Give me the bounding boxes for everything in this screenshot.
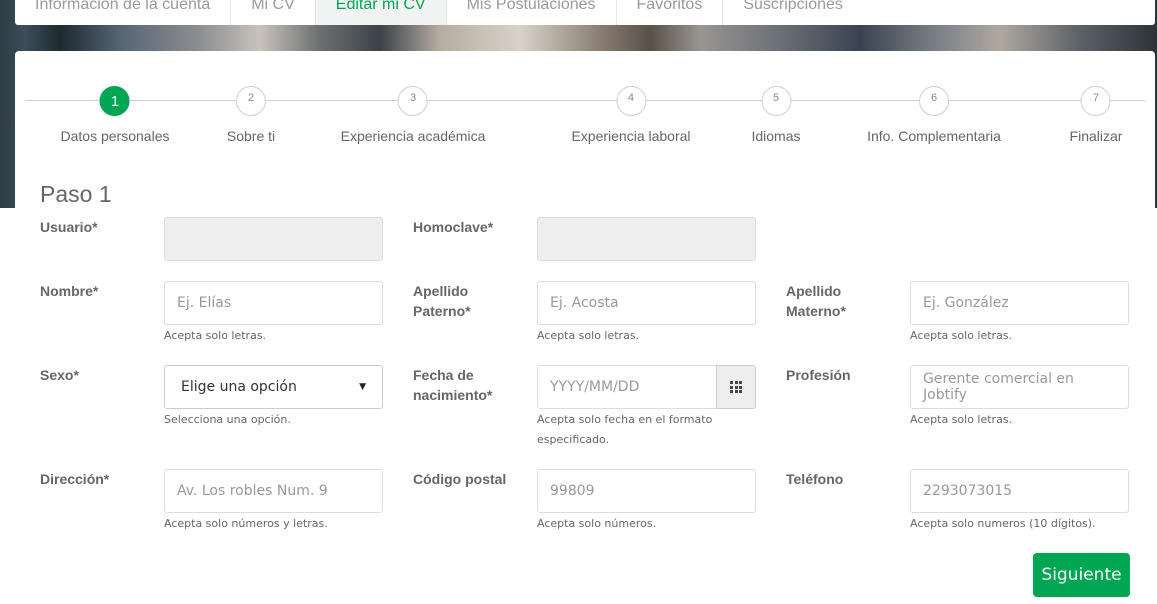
apellido-paterno-label-line2: Paterno* xyxy=(413,303,471,319)
step-sobre-ti[interactable]: 2 Sobre ti xyxy=(227,86,275,144)
usuario-label: Usuario* xyxy=(40,219,98,235)
apellido-paterno-label: Apellido Paterno* xyxy=(413,281,471,321)
step-label: Idiomas xyxy=(751,128,801,144)
sexo-select[interactable]: Elige una opción ▼ xyxy=(164,365,383,409)
step-label: Datos personales xyxy=(60,128,170,144)
step-finalizar[interactable]: 7 Finalizar xyxy=(1069,86,1123,144)
step-info-complementaria[interactable]: 6 Info. Complementaria xyxy=(867,86,1001,144)
tab-account-info[interactable]: Información de la cuenta xyxy=(15,0,232,25)
fecha-nacimiento-label-line2: nacimiento* xyxy=(413,387,493,403)
homoclave-input[interactable] xyxy=(537,217,756,261)
step-number: 4 xyxy=(615,86,646,116)
apellido-paterno-help: Acepta solo letras. xyxy=(537,329,640,342)
fecha-help-line2: especificado. xyxy=(537,433,610,446)
fecha-nacimiento-label: Fecha de nacimiento* xyxy=(413,365,492,405)
homoclave-label: Homoclave* xyxy=(413,219,494,235)
apellido-paterno-label-line1: Apellido xyxy=(413,283,469,299)
nombre-input[interactable]: Ej. Elías xyxy=(164,281,383,325)
caret-down-icon: ▼ xyxy=(359,382,366,392)
apellido-materno-label-line2: Materno* xyxy=(786,303,846,319)
step-label: Experiencia laboral xyxy=(571,128,691,144)
sexo-label: Sexo* xyxy=(40,367,79,383)
step-experiencia-laboral[interactable]: 4 Experiencia laboral xyxy=(571,86,691,144)
step-number: 6 xyxy=(919,86,949,116)
nombre-help: Acepta solo letras. xyxy=(164,329,267,342)
step-label: Experiencia académica xyxy=(340,128,486,144)
usuario-input[interactable] xyxy=(164,217,383,261)
fecha-nacimiento-input[interactable]: YYYY/MM/DD xyxy=(537,365,717,409)
direccion-label: Dirección* xyxy=(40,471,110,487)
direccion-help: Acepta solo números y letras. xyxy=(164,517,328,530)
apellido-paterno-input[interactable]: Ej. Acosta xyxy=(537,281,756,325)
fecha-nacimiento-group: YYYY/MM/DD xyxy=(537,365,756,409)
step-number: 5 xyxy=(761,86,791,116)
step-idiomas[interactable]: 5 Idiomas xyxy=(751,86,801,144)
step-label: Info. Complementaria xyxy=(867,128,1001,144)
telefono-input[interactable]: 2293073015 xyxy=(910,469,1129,513)
step-label: Sobre ti xyxy=(226,128,276,144)
sexo-help: Selecciona una opción. xyxy=(164,413,291,426)
nombre-label: Nombre* xyxy=(40,283,99,299)
tab-subscriptions[interactable]: Suscripciones xyxy=(723,0,863,25)
step-number: 7 xyxy=(1081,86,1111,116)
step-title: Paso 1 xyxy=(40,181,112,207)
cv-form-card: 1 Datos personales 2 Sobre ti 3 Experien… xyxy=(15,51,1155,604)
step-number: 2 xyxy=(236,86,266,116)
telefono-label: Teléfono xyxy=(786,471,844,487)
sexo-selected-value: Elige una opción xyxy=(181,379,297,395)
telefono-help: Acepta solo numeros (10 dígitos). xyxy=(910,517,1096,530)
codigo-postal-input[interactable]: 99809 xyxy=(537,469,756,513)
step-experiencia-academica[interactable]: 3 Experiencia académica xyxy=(340,86,486,144)
direccion-input[interactable]: Av. Los robles Num. 9 xyxy=(164,469,383,513)
profesion-label: Profesión xyxy=(786,367,851,383)
codigo-postal-help: Acepta solo números. xyxy=(537,517,657,530)
step-number: 3 xyxy=(398,86,428,116)
fecha-nacimiento-label-line1: Fecha de xyxy=(413,367,474,383)
apellido-materno-label-line1: Apellido xyxy=(786,283,842,299)
apellido-materno-help: Acepta solo letras. xyxy=(910,329,1013,342)
tab-edit-cv[interactable]: Editar mi CV xyxy=(315,0,447,25)
step-number: 1 xyxy=(99,86,130,116)
profesion-input[interactable]: Gerente comercial en Jobtify xyxy=(910,365,1129,409)
fecha-nacimiento-help: Acepta solo fecha en el formato especifi… xyxy=(537,410,712,450)
profesion-help: Acepta solo letras. xyxy=(910,413,1013,426)
tab-my-applications[interactable]: Mis Postulaciones xyxy=(447,0,617,25)
apellido-materno-input[interactable]: Ej. González xyxy=(910,281,1129,325)
tab-my-cv[interactable]: Mi CV xyxy=(231,0,316,25)
step-label: Finalizar xyxy=(1069,128,1123,144)
next-button[interactable]: Siguiente xyxy=(1033,553,1130,597)
apellido-materno-label: Apellido Materno* xyxy=(786,281,846,321)
fecha-help-line1: Acepta solo fecha en el formato xyxy=(537,413,713,426)
codigo-postal-label: Código postal xyxy=(413,471,507,487)
step-datos-personales[interactable]: 1 Datos personales xyxy=(60,86,170,144)
calendar-grid-icon xyxy=(730,381,742,393)
calendar-button[interactable] xyxy=(716,365,756,409)
tab-favorites[interactable]: Favoritos xyxy=(617,0,724,25)
account-nav-tabs: Información de la cuenta Mi CV Editar mi… xyxy=(15,0,1155,25)
